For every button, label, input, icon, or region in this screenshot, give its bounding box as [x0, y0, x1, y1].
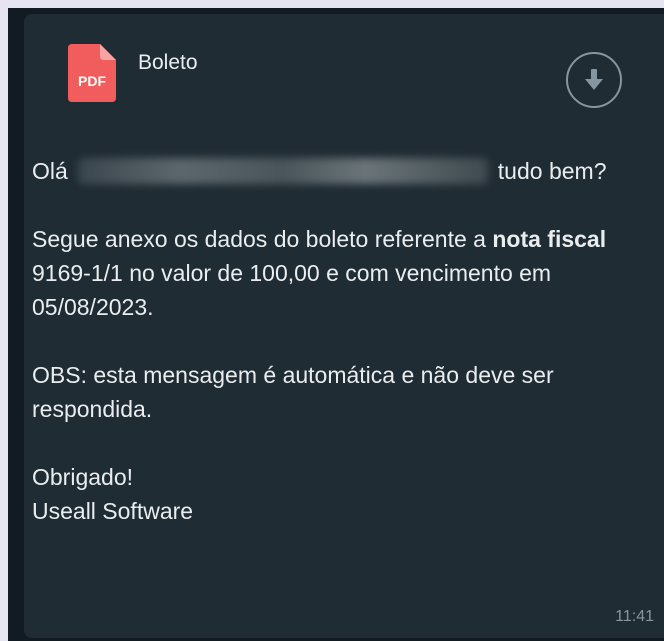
document-name: Boleto: [138, 51, 198, 74]
obs-paragraph: OBS: esta mensagem é automática e não de…: [32, 362, 554, 422]
body-paragraph: Segue anexo os dados do boleto referente…: [32, 222, 652, 324]
closing-paragraph: Obrigado! Useall Software: [32, 460, 652, 528]
signature-text: Useall Software: [32, 498, 194, 524]
document-attachment[interactable]: PDF Boleto: [24, 14, 664, 124]
greeting-suffix: tudo bem?: [497, 158, 607, 184]
download-button[interactable]: [566, 52, 622, 108]
greeting-prefix: Olá: [32, 158, 68, 184]
message-text: Olá tudo bem? Segue anexo os dados do bol…: [32, 154, 652, 528]
download-arrow-icon: [585, 69, 603, 90]
body-text-part1: Segue anexo os dados do boleto referente…: [32, 226, 493, 252]
body-bold-text: nota fiscal: [492, 226, 607, 252]
pdf-icon-label: PDF: [78, 73, 106, 89]
greeting-paragraph: Olá tudo bem?: [32, 154, 652, 188]
redacted-name: [77, 158, 488, 184]
body-text-part2: 9169-1/1 no valor de 100,00 e com vencim…: [32, 260, 552, 320]
message-bubble[interactable]: PDF Boleto Olá tudo bem? Segue anexo os d…: [24, 14, 664, 638]
pdf-file-icon: PDF: [68, 44, 116, 102]
message-timestamp: 11:41: [615, 608, 654, 625]
thanks-text: Obrigado!: [32, 464, 134, 490]
